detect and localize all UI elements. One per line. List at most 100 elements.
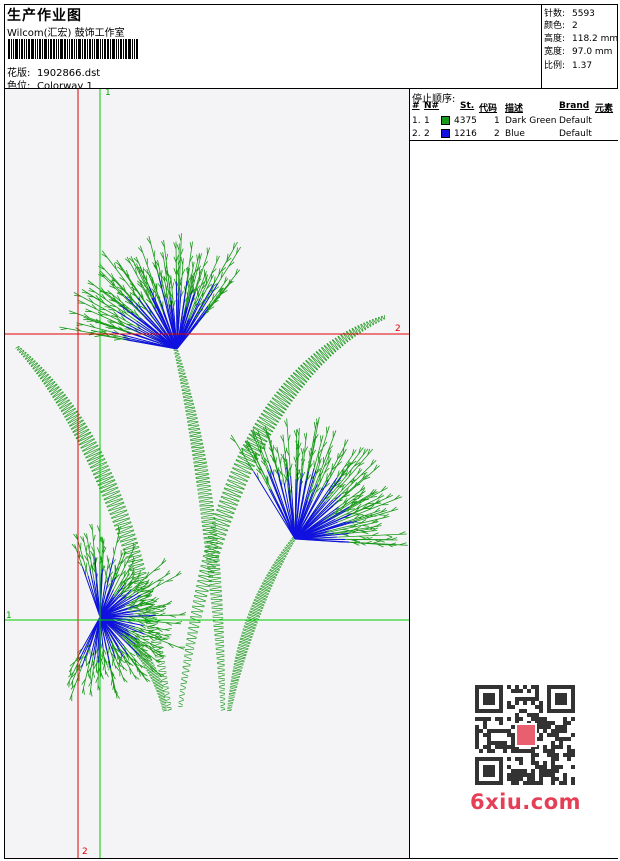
qr-module <box>507 705 511 709</box>
qr-module <box>563 773 567 777</box>
qr-module <box>539 765 543 769</box>
qr-module <box>523 769 527 773</box>
stem <box>173 346 226 711</box>
qr-module <box>487 729 491 733</box>
qr-module <box>523 749 527 753</box>
qr-module <box>487 733 491 737</box>
qr-module <box>535 697 539 701</box>
qr-module <box>515 689 519 693</box>
qr-module <box>571 733 575 737</box>
qr-module <box>547 721 551 725</box>
qr-module <box>531 753 535 757</box>
qr-module <box>535 689 539 693</box>
qr-module <box>567 749 571 753</box>
qr-module <box>499 745 503 749</box>
qr-module <box>475 733 479 737</box>
qr-module <box>555 777 559 781</box>
header-info: 生产作业图 Wilcom(汇宏) 鼓饰工作室 花版: 1902866.dst 色位… <box>5 5 541 92</box>
embroidery-artwork <box>5 89 409 858</box>
qr-module <box>535 765 539 769</box>
qr-module <box>511 773 515 777</box>
qr-module <box>511 745 515 749</box>
qr-module <box>495 741 499 745</box>
qr-module <box>515 697 519 701</box>
col-header-element: 元素 <box>595 104 614 114</box>
qr-module <box>523 685 527 689</box>
qr-module <box>483 721 487 725</box>
qr-module <box>531 773 535 777</box>
qr-module <box>535 717 539 721</box>
qr-module <box>563 729 567 733</box>
qr-module <box>559 765 563 769</box>
qr-module <box>571 749 575 753</box>
qr-module <box>539 721 543 725</box>
qr-module <box>555 765 559 769</box>
qr-module <box>531 757 535 761</box>
qr-module <box>567 737 571 741</box>
col-header-num: # <box>412 101 420 111</box>
stat-height: 高度: 118.2 mm <box>544 34 619 44</box>
stat-scale: 比例: 1.37 <box>544 61 593 71</box>
qr-module <box>531 761 535 765</box>
qr-module <box>559 737 563 741</box>
qr-module <box>507 757 511 761</box>
qr-module <box>499 729 503 733</box>
qr-module <box>551 761 555 765</box>
qr-module <box>539 709 543 713</box>
qr-module <box>507 733 511 737</box>
qr-module <box>551 781 555 785</box>
qr-module <box>515 777 519 781</box>
qr-module <box>543 745 547 749</box>
qr-module <box>527 777 531 781</box>
qr-module <box>567 757 571 761</box>
qr-module <box>543 717 547 721</box>
qr-module <box>515 685 519 689</box>
qr-module <box>547 733 551 737</box>
qr-module <box>511 737 515 741</box>
qr-module <box>559 781 563 785</box>
qr-module <box>567 721 571 725</box>
qr-module <box>519 757 523 761</box>
flower-fans <box>59 233 408 702</box>
qr-module <box>551 757 555 761</box>
qr-module <box>547 773 551 777</box>
qr-module <box>551 749 555 753</box>
watermark-logo: 6xiu.com <box>470 790 582 814</box>
qr-module <box>527 689 531 693</box>
qr-module <box>491 741 495 745</box>
qr-module <box>487 741 491 745</box>
qr-module <box>515 781 519 785</box>
qr-module <box>475 737 479 741</box>
qr-module <box>519 769 523 773</box>
color-swatch <box>441 116 450 125</box>
stat-width: 宽度: 97.0 mm <box>544 47 613 57</box>
qr-module <box>515 713 519 717</box>
table-bottom-rule <box>410 140 618 141</box>
qr-module <box>563 725 567 729</box>
qr-module <box>483 745 487 749</box>
qr-module <box>563 781 567 785</box>
qr-module <box>539 737 543 741</box>
qr-module <box>491 729 495 733</box>
color-swatch <box>441 129 450 138</box>
qr-module <box>551 733 555 737</box>
qr-module <box>517 725 535 745</box>
qr-module <box>475 717 479 721</box>
qr-module <box>487 717 491 721</box>
qr-module <box>547 753 551 757</box>
qr-module <box>519 709 523 713</box>
qr-module <box>563 717 567 721</box>
qr-module <box>507 729 511 733</box>
qr-module <box>539 733 543 737</box>
qr-module <box>483 693 495 705</box>
qr-module <box>535 685 539 689</box>
qr-module <box>559 725 563 729</box>
qr-module <box>535 761 539 765</box>
qr-module <box>539 705 543 709</box>
qr-code-image <box>475 685 575 785</box>
qr-module <box>543 769 547 773</box>
qr-module <box>483 733 487 737</box>
qr-module <box>547 769 551 773</box>
stem <box>227 535 297 711</box>
col-header-n: N# <box>424 101 440 111</box>
